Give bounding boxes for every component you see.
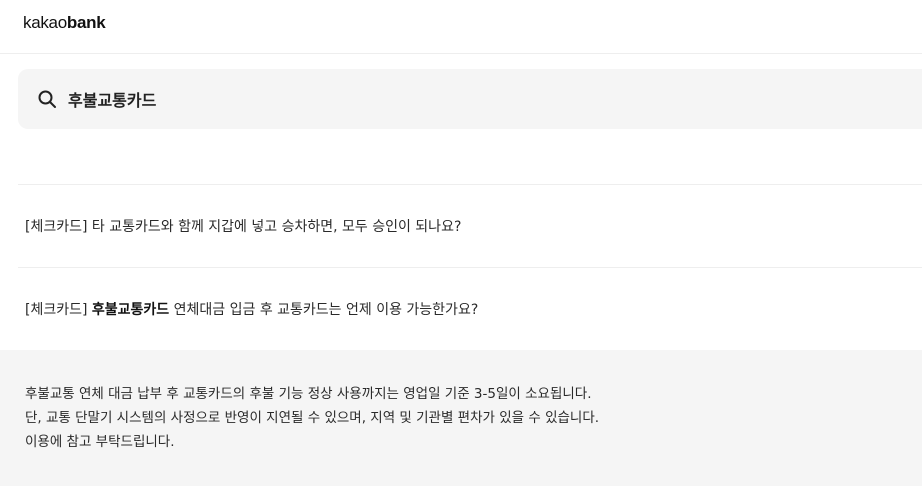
faq-item-2[interactable]: [체크카드] 후불교통카드 연체대금 입금 후 교통카드는 언제 이용 가능한가… (25, 299, 478, 319)
answer-line: 단, 교통 단말기 시스템의 사정으로 반영이 지연될 수 있으며, 지역 및 … (25, 410, 600, 426)
answer-line: 이용에 참고 부탁드립니다. (25, 434, 175, 450)
answer-line: 후불교통 연체 대금 납부 후 교통카드의 후불 기능 정상 사용까지는 영업일… (25, 386, 592, 402)
header: kakaobank (0, 0, 922, 54)
faq-item-suffix: 연체대금 입금 후 교통카드는 언제 이용 가능한가요? (169, 302, 479, 318)
faq-item-text: [체크카드] 타 교통카드와 함께 지갑에 넣고 승차하면, 모두 승인이 되나… (25, 219, 462, 235)
divider (18, 267, 922, 268)
kakaobank-logo[interactable]: kakaobank (23, 13, 106, 33)
logo-bold-text: bank (66, 13, 106, 32)
faq-answer-panel: 후불교통 연체 대금 납부 후 교통카드의 후불 기능 정상 사용까지는 영업일… (0, 350, 922, 486)
faq-item-highlight: 후불교통카드 (91, 302, 170, 318)
search-input[interactable] (68, 87, 668, 111)
faq-item-1[interactable]: [체크카드] 타 교통카드와 함께 지갑에 넣고 승차하면, 모두 승인이 되나… (25, 216, 461, 236)
search-bar[interactable] (18, 69, 922, 129)
search-icon[interactable] (37, 89, 57, 109)
faq-item-prefix: [체크카드] (25, 302, 92, 318)
divider (18, 184, 922, 185)
logo-light-text: kakao (23, 13, 67, 32)
